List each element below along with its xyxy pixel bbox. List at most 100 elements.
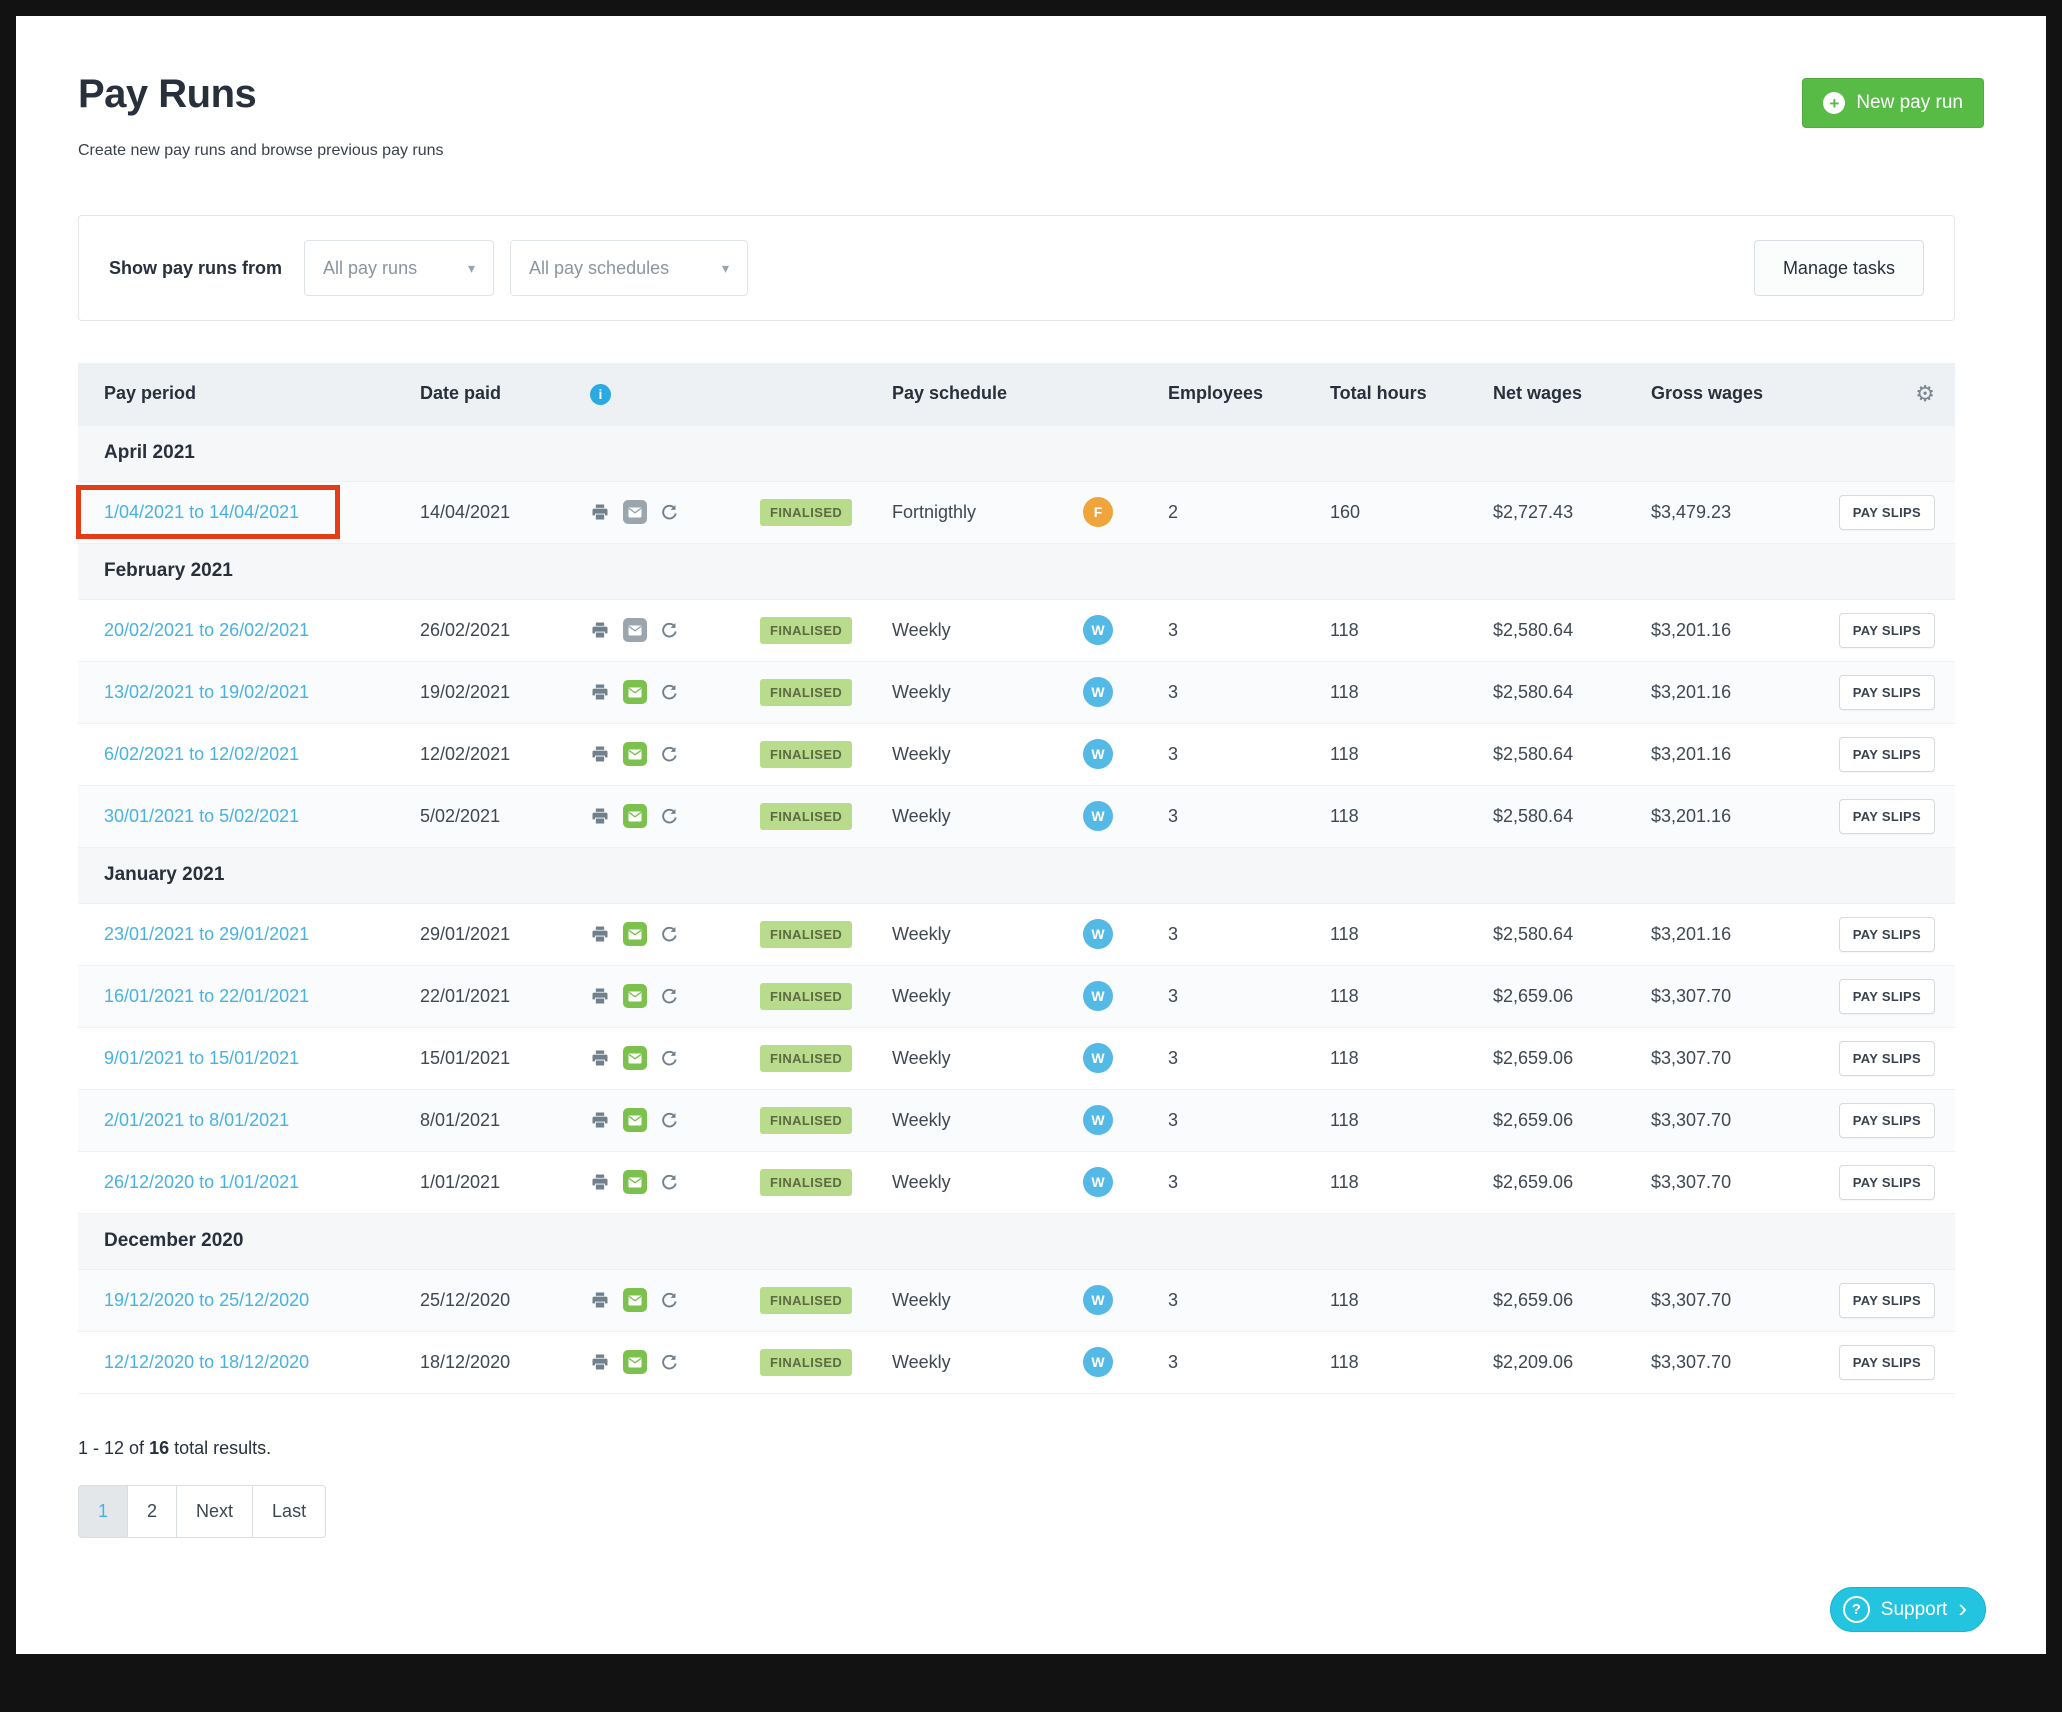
pay-slips-button[interactable]: PAY SLIPS bbox=[1839, 1165, 1935, 1200]
question-icon: ? bbox=[1843, 1596, 1870, 1623]
printer-icon[interactable] bbox=[590, 1048, 610, 1068]
pay-period-link[interactable]: 30/01/2021 to 5/02/2021 bbox=[104, 806, 299, 826]
pagination-1-button[interactable]: 1 bbox=[78, 1485, 128, 1538]
pay-period-link[interactable]: 2/01/2021 to 8/01/2021 bbox=[104, 1110, 289, 1130]
pay-period-link[interactable]: 16/01/2021 to 22/01/2021 bbox=[104, 986, 309, 1006]
refresh-icon[interactable] bbox=[660, 683, 679, 702]
info-icon[interactable]: i bbox=[590, 384, 611, 405]
refresh-icon[interactable] bbox=[660, 1291, 679, 1310]
pay-slips-button[interactable]: PAY SLIPS bbox=[1839, 1283, 1935, 1318]
printer-icon[interactable] bbox=[590, 1352, 610, 1372]
pay-slips-button[interactable]: PAY SLIPS bbox=[1839, 1103, 1935, 1138]
refresh-icon[interactable] bbox=[660, 1111, 679, 1130]
row-actions-cell bbox=[590, 599, 760, 661]
pay-runs-dropdown[interactable]: All pay runs ▾ bbox=[304, 240, 494, 296]
refresh-icon[interactable] bbox=[660, 745, 679, 764]
pay-slips-cell: PAY SLIPS bbox=[1837, 1269, 1955, 1331]
printer-icon[interactable] bbox=[590, 806, 610, 826]
pay-period-link[interactable]: 26/12/2020 to 1/01/2021 bbox=[104, 1172, 299, 1192]
pay-period-link[interactable]: 6/02/2021 to 12/02/2021 bbox=[104, 744, 299, 764]
gross-wages-cell: $3,307.70 bbox=[1651, 1027, 1837, 1089]
envelope-icon[interactable] bbox=[623, 618, 647, 642]
pay-period-link[interactable]: 13/02/2021 to 19/02/2021 bbox=[104, 682, 309, 702]
envelope-icon[interactable] bbox=[623, 742, 647, 766]
gross-wages-cell: $3,307.70 bbox=[1651, 1331, 1837, 1393]
printer-icon[interactable] bbox=[590, 986, 610, 1006]
refresh-icon[interactable] bbox=[660, 1173, 679, 1192]
pay-slips-button[interactable]: PAY SLIPS bbox=[1839, 495, 1935, 530]
printer-icon[interactable] bbox=[590, 502, 610, 522]
envelope-icon[interactable] bbox=[623, 500, 647, 524]
pagination-2-button[interactable]: 2 bbox=[127, 1485, 177, 1538]
pay-slips-button[interactable]: PAY SLIPS bbox=[1839, 979, 1935, 1014]
pay-slips-button[interactable]: PAY SLIPS bbox=[1839, 613, 1935, 648]
gross-wages-cell: $3,307.70 bbox=[1651, 1089, 1837, 1151]
pay-slips-button[interactable]: PAY SLIPS bbox=[1839, 1041, 1935, 1076]
refresh-icon[interactable] bbox=[660, 621, 679, 640]
pay-run-row: 13/02/2021 to 19/02/2021 19/02/2021 FINALI… bbox=[78, 661, 1955, 723]
refresh-icon[interactable] bbox=[660, 503, 679, 522]
status-badge: FINALISED bbox=[760, 1169, 852, 1196]
employees-cell: 3 bbox=[1168, 965, 1330, 1027]
new-pay-run-label: New pay run bbox=[1856, 92, 1963, 114]
envelope-icon[interactable] bbox=[623, 1108, 647, 1132]
pay-period-link[interactable]: 20/02/2021 to 26/02/2021 bbox=[104, 620, 309, 640]
new-pay-run-button[interactable]: + New pay run bbox=[1802, 78, 1984, 128]
envelope-icon[interactable] bbox=[623, 922, 647, 946]
chevron-down-icon: ▾ bbox=[468, 260, 475, 277]
envelope-icon[interactable] bbox=[623, 680, 647, 704]
pay-period-link[interactable]: 9/01/2021 to 15/01/2021 bbox=[104, 1048, 299, 1068]
refresh-icon[interactable] bbox=[660, 925, 679, 944]
pay-period-link[interactable]: 19/12/2020 to 25/12/2020 bbox=[104, 1290, 309, 1310]
pay-period-cell: 6/02/2021 to 12/02/2021 bbox=[78, 723, 420, 785]
envelope-icon[interactable] bbox=[623, 1350, 647, 1374]
refresh-icon[interactable] bbox=[660, 1353, 679, 1372]
pay-period-link[interactable]: 12/12/2020 to 18/12/2020 bbox=[104, 1352, 309, 1372]
row-actions bbox=[590, 922, 760, 946]
envelope-icon[interactable] bbox=[623, 984, 647, 1008]
pay-period-link[interactable]: 23/01/2021 to 29/01/2021 bbox=[104, 924, 309, 944]
envelope-icon[interactable] bbox=[623, 1170, 647, 1194]
printer-icon[interactable] bbox=[590, 682, 610, 702]
envelope-icon[interactable] bbox=[623, 1046, 647, 1070]
gear-icon[interactable]: ⚙ bbox=[1915, 381, 1935, 406]
refresh-icon[interactable] bbox=[660, 987, 679, 1006]
date-paid-cell: 19/02/2021 bbox=[420, 661, 590, 723]
pay-period-cell: 9/01/2021 to 15/01/2021 bbox=[78, 1027, 420, 1089]
status-badge: FINALISED bbox=[760, 1107, 852, 1134]
printer-icon[interactable] bbox=[590, 744, 610, 764]
pay-slips-button[interactable]: PAY SLIPS bbox=[1839, 737, 1935, 772]
refresh-icon[interactable] bbox=[660, 807, 679, 826]
pagination-next-button[interactable]: Next bbox=[176, 1485, 253, 1538]
plus-icon: + bbox=[1823, 92, 1845, 114]
col-pay-schedule: Pay schedule bbox=[892, 363, 1083, 425]
pay-slips-button[interactable]: PAY SLIPS bbox=[1839, 799, 1935, 834]
pay-runs-table: Pay period Date paid i Pay schedule Empl… bbox=[78, 363, 1955, 1394]
printer-icon[interactable] bbox=[590, 620, 610, 640]
pay-slips-button[interactable]: PAY SLIPS bbox=[1839, 675, 1935, 710]
date-paid-cell: 22/01/2021 bbox=[420, 965, 590, 1027]
status-badge: FINALISED bbox=[760, 741, 852, 768]
printer-icon[interactable] bbox=[590, 1172, 610, 1192]
pagination-last-button[interactable]: Last bbox=[252, 1485, 326, 1538]
manage-tasks-button[interactable]: Manage tasks bbox=[1754, 240, 1924, 296]
date-paid-cell: 14/04/2021 bbox=[420, 481, 590, 543]
envelope-icon[interactable] bbox=[623, 1288, 647, 1312]
status-cell: FINALISED bbox=[760, 1027, 892, 1089]
refresh-icon[interactable] bbox=[660, 1049, 679, 1068]
printer-icon[interactable] bbox=[590, 1110, 610, 1130]
row-actions-cell bbox=[590, 481, 760, 543]
envelope-icon[interactable] bbox=[623, 804, 647, 828]
status-badge: FINALISED bbox=[760, 921, 852, 948]
support-button[interactable]: ? Support › bbox=[1830, 1587, 1986, 1632]
pay-schedules-dropdown[interactable]: All pay schedules ▾ bbox=[510, 240, 748, 296]
pay-slips-button[interactable]: PAY SLIPS bbox=[1839, 1345, 1935, 1380]
net-wages-cell: $2,727.43 bbox=[1493, 481, 1651, 543]
results-total: 16 bbox=[149, 1438, 169, 1458]
pay-slips-button[interactable]: PAY SLIPS bbox=[1839, 917, 1935, 952]
printer-icon[interactable] bbox=[590, 1290, 610, 1310]
pay-period-link[interactable]: 1/04/2021 to 14/04/2021 bbox=[104, 502, 299, 522]
status-badge: FINALISED bbox=[760, 679, 852, 706]
printer-icon[interactable] bbox=[590, 924, 610, 944]
col-pay-period: Pay period bbox=[78, 363, 420, 425]
